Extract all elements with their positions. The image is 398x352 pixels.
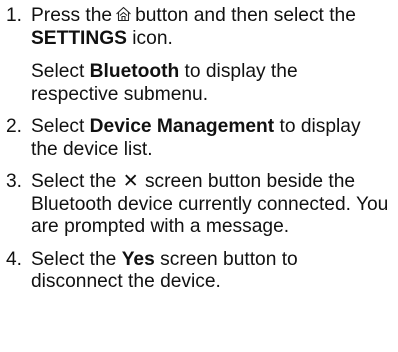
step-1: 1. Press the button and then select the S… [6, 5, 390, 106]
steps-list: 1. Press the button and then select the S… [6, 5, 390, 294]
step-text: Select [31, 61, 85, 82]
step-text: Press the [31, 5, 113, 26]
yes-label: Yes [121, 248, 155, 270]
instructions-page: 1. Press the button and then select the S… [0, 0, 398, 352]
step-text: Select [31, 116, 85, 137]
step-2-paragraph: Select Device Management to display the … [31, 116, 390, 161]
step-4-paragraph: Select the Yes screen button to disconne… [31, 249, 390, 294]
step-text: button and then select the [135, 5, 356, 26]
home-icon [115, 6, 132, 22]
step-number: 4. [6, 248, 23, 270]
step-number: 2. [6, 116, 23, 137]
step-3: 3. Select the ✕ screen button beside the… [6, 171, 390, 239]
step-4: 4. Select the Yes screen button to disco… [6, 249, 390, 294]
step-1-paragraph-1: Press the button and then select the SETT… [31, 5, 390, 50]
device-management-label: Device Management [89, 116, 275, 137]
bluetooth-label: Bluetooth [89, 61, 180, 82]
settings-label: SETTINGS [31, 27, 127, 49]
step-number: 3. [6, 171, 23, 192]
step-number: 1. [6, 5, 23, 26]
step-3-paragraph: Select the ✕ screen button beside the Bl… [31, 171, 390, 239]
close-x-icon: ✕ [122, 171, 139, 192]
step-text: icon. [132, 27, 173, 49]
step-text: Select the [31, 248, 117, 270]
step-1-paragraph-2: Select Bluetooth to display the respecti… [31, 61, 390, 106]
step-text: Select the [31, 171, 117, 192]
step-2: 2. Select Device Management to display t… [6, 116, 390, 161]
